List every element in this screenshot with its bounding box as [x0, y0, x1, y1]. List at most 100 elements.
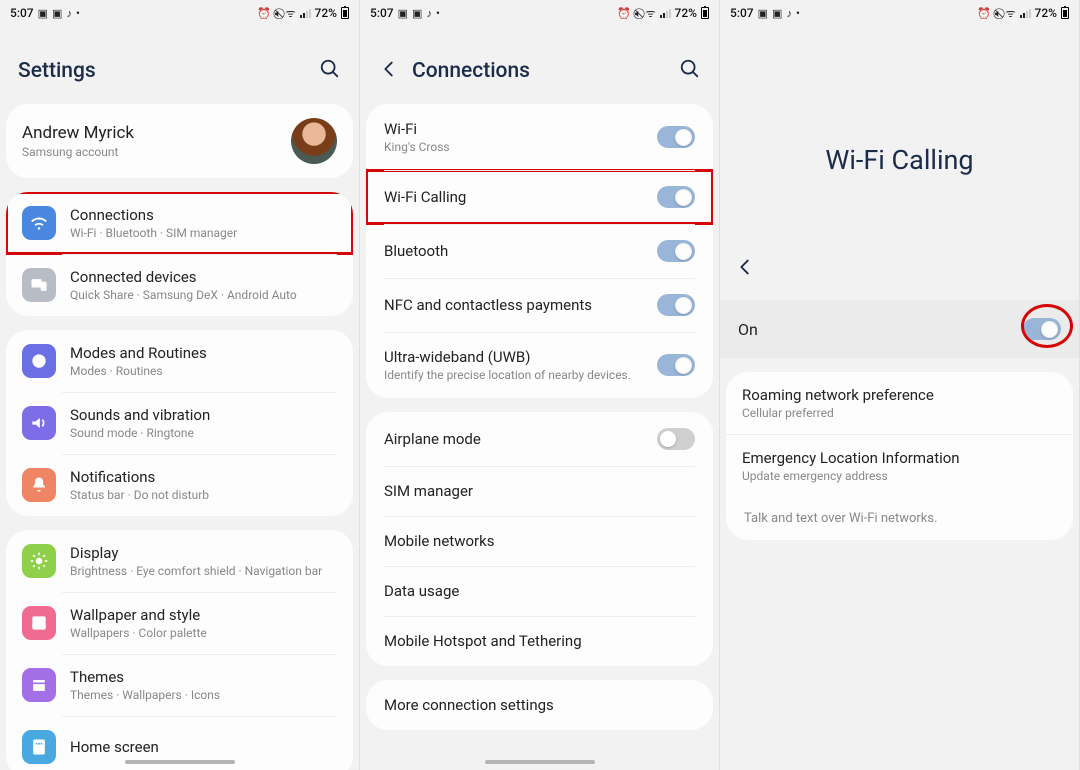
row-nfc[interactable]: NFC and contactless payments — [366, 278, 713, 332]
row-data-usage[interactable]: Data usage — [366, 566, 713, 616]
row-uwb[interactable]: Ultra-wideband (UWB) Identify the precis… — [366, 332, 713, 398]
more-icon: • — [796, 8, 800, 19]
row-label: Home screen — [70, 738, 337, 756]
picture-icon: ▣ — [398, 8, 408, 19]
mute-icon: 🔈⃠ — [635, 8, 642, 19]
settings-group-connections: Connections Wi-Fi · Bluetooth · SIM mana… — [6, 192, 353, 316]
row-modes[interactable]: Modes and Routines Modes · Routines — [6, 330, 353, 392]
bluetooth-toggle[interactable] — [657, 240, 695, 262]
row-sim-manager[interactable]: SIM manager — [366, 466, 713, 516]
page-title: Settings — [18, 59, 96, 83]
row-notifications[interactable]: Notifications Status bar · Do not distur… — [6, 454, 353, 516]
home-icon — [22, 730, 56, 764]
signal-icon — [660, 8, 671, 18]
row-bluetooth[interactable]: Bluetooth — [366, 224, 713, 278]
signal-icon — [300, 8, 311, 18]
search-icon[interactable] — [679, 58, 701, 84]
row-label: Wallpaper and style — [70, 606, 337, 624]
connections-group-1: Wi-Fi King's Cross Wi-Fi Calling Bluetoo… — [366, 104, 713, 398]
screen1-header: Settings — [0, 24, 359, 104]
row-sub: Quick Share · Samsung DeX · Android Auto — [70, 288, 337, 302]
display-icon — [22, 544, 56, 578]
row-label: Emergency Location Information — [742, 449, 1057, 467]
back-icon[interactable] — [734, 256, 756, 282]
wifi-toggle[interactable] — [657, 126, 695, 148]
row-connections[interactable]: Connections Wi-Fi · Bluetooth · SIM mana… — [6, 192, 353, 254]
screen-settings: 5:07 ▣ ▣ ♪ • ⏰ 🔈⃠ ᯤ 72% Settings Andrew — [0, 0, 360, 770]
row-connected-devices[interactable]: Connected devices Quick Share · Samsung … — [6, 254, 353, 316]
row-sounds[interactable]: Sounds and vibration Sound mode · Ringto… — [6, 392, 353, 454]
wifi-calling-master-row[interactable]: On — [720, 300, 1079, 358]
row-sub: Modes · Routines — [70, 364, 337, 378]
uwb-toggle[interactable] — [657, 354, 695, 376]
wifi-calling-master-toggle[interactable] — [1023, 318, 1061, 340]
gallery-icon: ▣ — [52, 8, 62, 19]
wallpaper-icon — [22, 606, 56, 640]
account-name: Andrew Myrick — [22, 123, 291, 143]
row-themes[interactable]: Themes Themes · Wallpapers · Icons — [6, 654, 353, 716]
avatar[interactable] — [291, 118, 337, 164]
row-wifi-calling[interactable]: Wi-Fi Calling — [366, 170, 713, 224]
row-roaming-pref[interactable]: Roaming network preference Cellular pref… — [726, 372, 1073, 434]
status-bar: 5:07 ▣ ▣ ♪ • ⏰ 🔈⃠ ᯤ 72% — [360, 0, 719, 24]
search-icon[interactable] — [319, 58, 341, 84]
status-bar: 5:07 ▣ ▣ ♪ • ⏰ 🔈⃠ ᯤ 72% — [720, 0, 1079, 24]
more-icon: • — [436, 8, 440, 19]
screen2-header: Connections — [360, 24, 719, 104]
alarm-icon: ⏰ — [257, 8, 271, 19]
nav-indicator[interactable] — [485, 760, 595, 764]
status-time: 5:07 — [370, 6, 394, 20]
signal-icon — [1020, 8, 1031, 18]
row-more-connection-settings[interactable]: More connection settings — [366, 680, 713, 730]
wifi-calling-options: Roaming network preference Cellular pref… — [726, 372, 1073, 540]
battery-icon — [1061, 7, 1069, 19]
wifi-icon: ᯤ — [285, 8, 295, 19]
wifi-calling-toggle[interactable] — [657, 186, 695, 208]
connections-group-3: More connection settings — [366, 680, 713, 730]
row-sub: Themes · Wallpapers · Icons — [70, 688, 337, 702]
row-label: Data usage — [384, 582, 695, 600]
airplane-toggle[interactable] — [657, 428, 695, 450]
nfc-toggle[interactable] — [657, 294, 695, 316]
row-hotspot[interactable]: Mobile Hotspot and Tethering — [366, 616, 713, 666]
row-wifi[interactable]: Wi-Fi King's Cross — [366, 104, 713, 170]
battery-pct: 72% — [1035, 6, 1057, 20]
back-icon[interactable] — [378, 58, 406, 84]
row-wallpaper[interactable]: Wallpaper and style Wallpapers · Color p… — [6, 592, 353, 654]
gallery-icon: ▣ — [772, 8, 782, 19]
settings-group-2: Modes and Routines Modes · Routines Soun… — [6, 330, 353, 516]
screen-wifi-calling: 5:07 ▣ ▣ ♪ • ⏰ 🔈⃠ ᯤ 72% Wi-Fi Calling On — [720, 0, 1080, 770]
row-display[interactable]: Display Brightness · Eye comfort shield … — [6, 530, 353, 592]
row-sub: Sound mode · Ringtone — [70, 426, 337, 440]
mute-icon: 🔈⃠ — [275, 8, 282, 19]
status-time: 5:07 — [730, 6, 754, 20]
wifi-icon — [22, 206, 56, 240]
row-label: Wi-Fi Calling — [384, 188, 657, 206]
more-icon: • — [76, 8, 80, 19]
row-mobile-networks[interactable]: Mobile networks — [366, 516, 713, 566]
alarm-icon: ⏰ — [617, 8, 631, 19]
row-label: Mobile networks — [384, 532, 695, 550]
nav-indicator[interactable] — [125, 760, 235, 764]
themes-icon — [22, 668, 56, 702]
screen-connections: 5:07 ▣ ▣ ♪ • ⏰ 🔈⃠ ᯤ 72% Connections — [360, 0, 720, 770]
modes-icon — [22, 344, 56, 378]
settings-group-3: Display Brightness · Eye comfort shield … — [6, 530, 353, 770]
battery-icon — [701, 7, 709, 19]
battery-icon — [341, 7, 349, 19]
row-airplane[interactable]: Airplane mode — [366, 412, 713, 466]
account-card[interactable]: Andrew Myrick Samsung account — [6, 104, 353, 178]
row-emergency-location[interactable]: Emergency Location Information Update em… — [726, 434, 1073, 497]
row-sub: Update emergency address — [742, 469, 1057, 483]
on-label: On — [738, 320, 1023, 339]
row-sub: Wi-Fi · Bluetooth · SIM manager — [70, 226, 337, 240]
battery-pct: 72% — [315, 6, 337, 20]
connections-group-2: Airplane mode SIM manager Mobile network… — [366, 412, 713, 666]
wifi-icon: ᯤ — [1005, 8, 1015, 19]
row-sub: Brightness · Eye comfort shield · Naviga… — [70, 564, 337, 578]
row-label: Display — [70, 544, 337, 562]
picture-icon: ▣ — [38, 8, 48, 19]
row-label: Sounds and vibration — [70, 406, 337, 424]
battery-pct: 72% — [675, 6, 697, 20]
row-label: Bluetooth — [384, 242, 657, 260]
